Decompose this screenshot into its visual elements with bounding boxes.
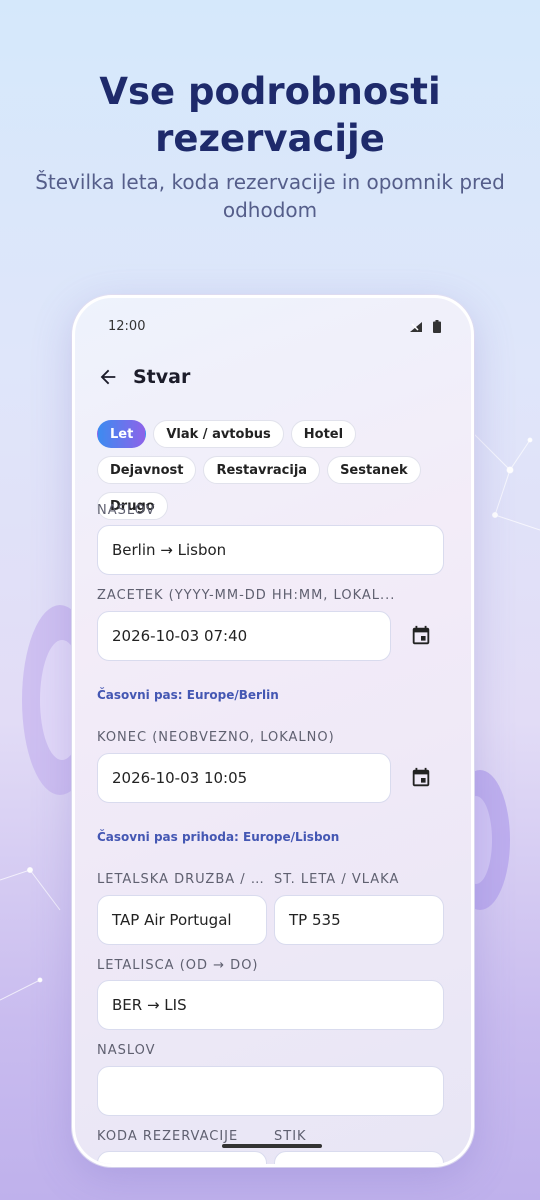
app-title: Stvar — [133, 366, 191, 388]
chip-dejavnost[interactable]: Dejavnost — [97, 456, 197, 484]
network-icon — [410, 321, 422, 332]
title-label: NASLOV — [97, 503, 156, 518]
booking-code-label: KODA REZERVACIJE — [97, 1129, 239, 1144]
page-headline: Vse podrobnosti rezervacije — [99, 70, 441, 160]
address-label: NASLOV — [97, 1043, 156, 1058]
calendar-icon[interactable] — [410, 767, 432, 789]
airline-field[interactable]: TAP Air Portugal — [97, 895, 267, 945]
title-field[interactable]: Berlin → Lisbon — [97, 525, 444, 575]
start-label: ZAČETEK (YYYY-MM-DD HH:MM, LOKAL... — [97, 588, 396, 603]
start-datetime-field[interactable]: 2026-10-03 07:40 — [97, 611, 391, 661]
home-indicator — [222, 1144, 322, 1148]
status-icons — [409, 320, 441, 333]
battery-icon — [433, 320, 441, 333]
end-timezone-note: Časovni pas prihoda: Europe/Lisbon — [97, 830, 340, 844]
airports-label: LETALIŠČA (OD → DO) — [97, 958, 259, 973]
calendar-icon[interactable] — [410, 625, 432, 647]
contact-field[interactable] — [274, 1151, 444, 1164]
contact-label: STIK — [274, 1129, 307, 1144]
booking-code-field[interactable] — [97, 1151, 267, 1164]
flight-number-label: ŠT. LETA / VLAKA — [274, 872, 400, 887]
phone-frame: 12:00 Stvar Let Vlak / avtobus Hotel Dej… — [72, 295, 474, 1167]
chip-let[interactable]: Let — [97, 420, 147, 448]
flight-number-field[interactable]: TP 535 — [274, 895, 444, 945]
start-timezone-note: Časovni pas: Europe/Berlin — [97, 688, 279, 702]
page-subtitle: Številka leta, koda rezervacije in opomn… — [35, 170, 505, 222]
chip-restavracija[interactable]: Restavracija — [203, 456, 321, 484]
end-label: KONEC (NEOBVEZNO, LOKALNO) — [97, 730, 335, 745]
airports-field[interactable]: BER → LIS — [97, 980, 444, 1030]
airline-label: LETALSKA DRUŽBA / P... — [97, 872, 267, 887]
status-time: 12:00 — [108, 319, 146, 334]
chip-sestanek[interactable]: Sestanek — [327, 456, 421, 484]
app-bar: Stvar — [97, 366, 190, 388]
chip-hotel[interactable]: Hotel — [290, 420, 357, 448]
end-datetime-field[interactable]: 2026-10-03 10:05 — [97, 753, 391, 803]
back-arrow-icon[interactable] — [97, 366, 119, 388]
status-bar: 12:00 — [75, 298, 471, 354]
chip-vlak-avtobus[interactable]: Vlak / avtobus — [153, 420, 284, 448]
address-field[interactable] — [97, 1066, 444, 1116]
